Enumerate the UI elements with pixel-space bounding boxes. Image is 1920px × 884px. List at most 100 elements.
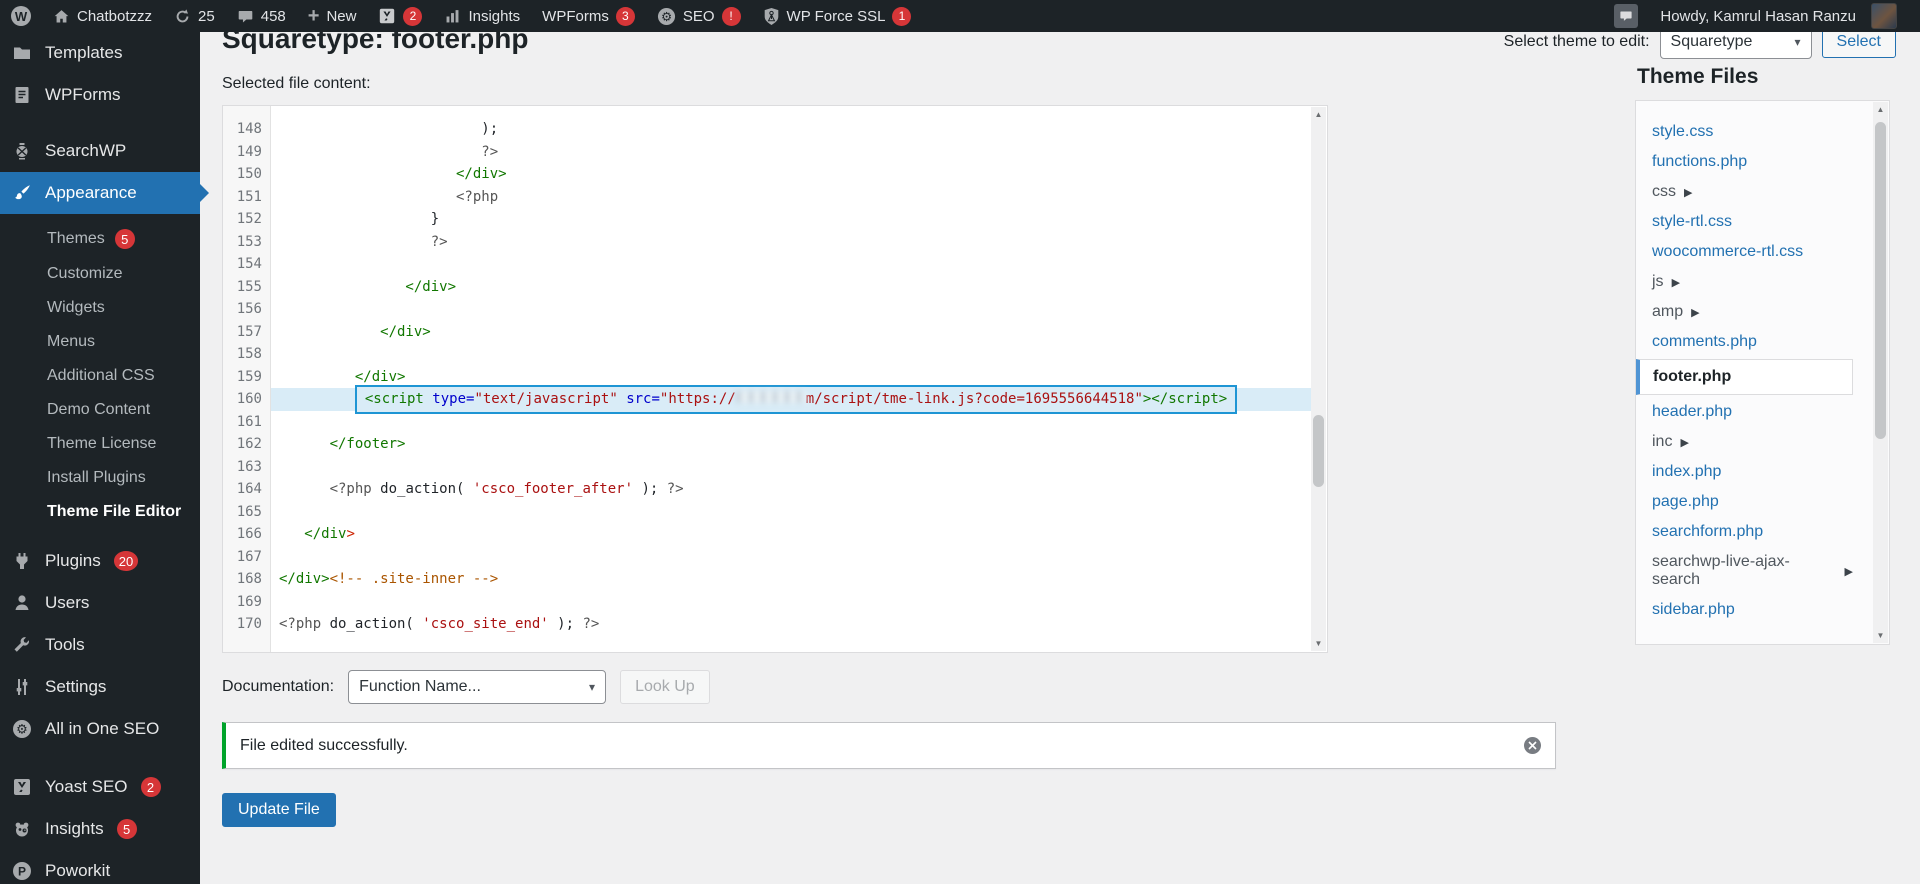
theme-file-footer.php[interactable]: footer.php [1636,359,1853,395]
update-file-button[interactable]: Update File [222,793,336,827]
wordpress-logo-menu[interactable]: W [0,0,42,32]
code-line[interactable]: 168</div><!-- .site-inner --> [223,568,1311,591]
code-lines: 148 );149 ?>150 </div>151 <?php152 }153 … [223,106,1311,652]
sidebar-item-aioseo[interactable]: ⚙ All in One SEO [0,708,200,750]
code-line[interactable]: 157 </div> [223,321,1311,344]
code-line[interactable]: 148 ); [223,118,1311,141]
new-content-menu[interactable]: + New [297,0,368,32]
code-line[interactable]: 161 [223,411,1311,434]
code-line[interactable]: 164 <?php do_action( 'csco_footer_after'… [223,478,1311,501]
notice-text: File edited successfully. [240,737,408,755]
svg-text:⚙: ⚙ [661,9,672,23]
files-scrollbar[interactable]: ▲ ▼ [1873,102,1888,643]
code-line[interactable]: 167 [223,546,1311,569]
theme-file-searchform.php[interactable]: searchform.php [1636,517,1853,547]
code-line[interactable]: 169 [223,591,1311,614]
code-line[interactable]: 165 [223,501,1311,524]
theme-file-css[interactable]: css▶ [1636,177,1853,207]
theme-file-style-rtl.css[interactable]: style-rtl.css [1636,207,1853,237]
theme-file-woocommerce-rtl.css[interactable]: woocommerce-rtl.css [1636,237,1853,267]
my-account-menu[interactable]: Howdy, Kamrul Hasan Ranzu [1649,3,1908,29]
scroll-down-button[interactable]: ▼ [1311,636,1326,651]
sidebar-label: Appearance [45,183,137,203]
page-content: Squaretype: footer.php Select theme to e… [200,0,1920,827]
sidebar-item-tools[interactable]: Tools [0,624,200,666]
theme-file-comments.php[interactable]: comments.php [1636,327,1853,357]
submenu-theme-license[interactable]: Theme License [0,427,200,461]
sliders-icon [12,677,32,697]
code-editor[interactable]: 148 );149 ?>150 </div>151 <?php152 }153 … [222,105,1328,653]
theme-file-header.php[interactable]: header.php [1636,397,1853,427]
theme-file-page.php[interactable]: page.php [1636,487,1853,517]
editor-scrollbar[interactable]: ▲ ▼ [1311,107,1326,651]
gear-circle-icon: ⚙ [657,7,676,26]
submenu-widgets[interactable]: Widgets [0,291,200,325]
sidebar-item-wpforms[interactable]: WPForms [0,74,200,116]
updates-menu[interactable]: 25 [163,0,226,32]
site-name-menu[interactable]: Chatbotzzz [42,0,163,32]
code-text [271,253,1311,276]
theme-file-inc[interactable]: inc▶ [1636,427,1853,457]
highlighted-script-box: <script type="text/javascript" src="http… [355,385,1237,414]
insights-menu[interactable]: Insights [433,0,531,32]
code-line[interactable]: 155 </div> [223,276,1311,299]
scroll-up-button[interactable]: ▲ [1873,102,1888,117]
wpforms-menu[interactable]: WPForms 3 [531,0,646,32]
code-line[interactable]: 156 [223,298,1311,321]
submenu-demo-content[interactable]: Demo Content [0,393,200,427]
code-line[interactable]: 162 </footer> [223,433,1311,456]
code-line[interactable]: 151 <?php [223,186,1311,209]
dismiss-notice-button[interactable] [1523,736,1542,755]
submenu-menus[interactable]: Menus [0,325,200,359]
sidebar-item-templates[interactable]: Templates [0,32,200,74]
files-scroll-thumb[interactable] [1875,122,1886,439]
theme-file-sidebar.php[interactable]: sidebar.php [1636,595,1853,625]
line-number: 152 [223,208,271,231]
lookup-button[interactable]: Look Up [620,670,710,704]
theme-file-amp[interactable]: amp▶ [1636,297,1853,327]
theme-file-style.css[interactable]: style.css [1636,117,1853,147]
editor-scroll-thumb[interactable] [1313,415,1324,487]
sidebar-item-appearance[interactable]: Appearance [0,172,200,214]
yoast-menu[interactable]: 2 [367,0,433,32]
code-line[interactable]: 163 [223,456,1311,479]
code-line[interactable]: 154 [223,253,1311,276]
theme-file-index.php[interactable]: index.php [1636,457,1853,487]
submenu-themes[interactable]: Themes 5 [0,221,200,257]
sidebar-item-yoast[interactable]: Yoast SEO 2 [0,766,200,808]
sidebar-item-insights[interactable]: Insights 5 [0,808,200,850]
function-select[interactable]: Function Name... ▾ [348,670,606,704]
theme-file-functions.php[interactable]: functions.php [1636,147,1853,177]
sidebar-item-searchwp[interactable]: SearchWP [0,130,200,172]
code-text [271,591,1311,614]
scroll-down-button[interactable]: ▼ [1873,628,1888,643]
wordpress-icon: W [11,6,31,26]
feedback-menu[interactable] [1603,4,1649,28]
theme-file-js[interactable]: js▶ [1636,267,1853,297]
code-text: ?> [271,141,1311,164]
theme-file-searchwp-live-ajax-search[interactable]: searchwp-live-ajax-search▶ [1636,547,1853,595]
code-line[interactable]: 150 </div> [223,163,1311,186]
sidebar-item-settings[interactable]: Settings [0,666,200,708]
submenu-additional-css[interactable]: Additional CSS [0,359,200,393]
sidebar-item-users[interactable]: Users [0,582,200,624]
submenu-theme-file-editor[interactable]: Theme File Editor [0,495,200,529]
code-line[interactable]: 152 } [223,208,1311,231]
seo-menu[interactable]: ⚙ SEO ! [646,0,752,32]
code-line[interactable]: 149 ?> [223,141,1311,164]
code-line[interactable]: 170<?php do_action( 'csco_site_end' ); ?… [223,613,1311,636]
submenu-customize[interactable]: Customize [0,257,200,291]
code-line[interactable]: 158 [223,343,1311,366]
sidebar-item-poworkit[interactable]: P Poworkit [0,850,200,884]
submenu-install-plugins[interactable]: Install Plugins [0,461,200,495]
code-line[interactable]: 160 <script type="text/javascript" src="… [223,388,1311,411]
code-line[interactable]: 153 ?> [223,231,1311,254]
files-scroll-track[interactable] [1873,117,1888,628]
wpforms-label: WPForms [542,8,609,25]
code-line[interactable]: 166 </div> [223,523,1311,546]
sidebar-item-plugins[interactable]: Plugins 20 [0,540,200,582]
scroll-up-button[interactable]: ▲ [1311,107,1326,122]
comments-menu[interactable]: 458 [226,0,297,32]
editor-scroll-track[interactable] [1311,122,1326,636]
force-ssl-menu[interactable]: WP Force SSL 1 [752,0,923,32]
